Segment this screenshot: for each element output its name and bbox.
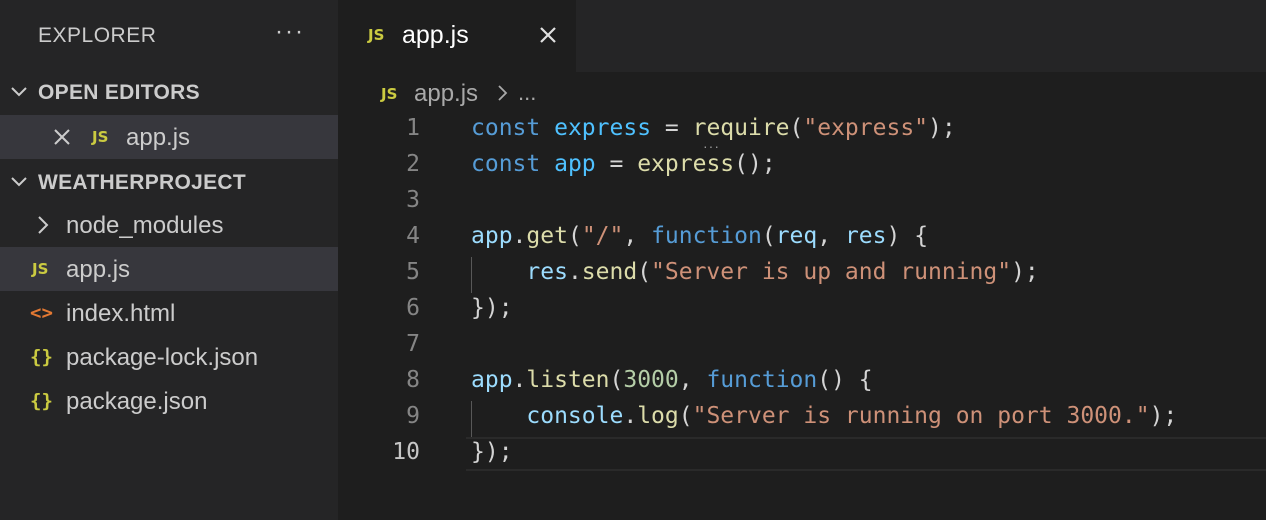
code-token: );	[1011, 259, 1039, 285]
code-token: );	[1149, 403, 1178, 429]
code-token: const	[471, 115, 541, 141]
code-token: ,	[817, 223, 845, 249]
code-token: require	[692, 115, 790, 141]
code-token: (	[567, 223, 582, 249]
code-line: const app = express();	[471, 151, 776, 177]
code-token: const	[471, 151, 541, 177]
chevron-right-icon	[498, 85, 508, 101]
chevron-down-icon	[11, 87, 27, 97]
line-number: 10	[392, 439, 420, 465]
code-token: get	[526, 223, 568, 249]
code-token: ,	[623, 223, 652, 249]
js-file-icon: JS	[381, 85, 398, 103]
code-token: () {	[817, 367, 873, 393]
code-token: });	[471, 295, 513, 321]
code-token: log	[637, 403, 679, 429]
code-token: (	[789, 115, 804, 141]
code-token: express	[554, 115, 652, 141]
code-token: });	[471, 439, 513, 465]
code-token: console	[526, 403, 624, 429]
code-token: ();	[734, 151, 776, 177]
line-number: 3	[406, 187, 420, 213]
line-number: 2	[406, 151, 420, 177]
current-line-highlight	[466, 437, 1266, 471]
code-token: (	[678, 403, 693, 429]
breadcrumb: JS app.js ...	[338, 72, 1266, 114]
line-number: 6	[406, 295, 420, 321]
code-token: "Server is up and running"	[651, 259, 1012, 285]
code-token: function	[706, 367, 818, 393]
line-number: 9	[406, 403, 420, 429]
tab-label: app.js	[402, 21, 469, 49]
line-number: 7	[406, 331, 420, 357]
code-line: res.send("Server is up and running");	[471, 259, 1039, 285]
code-token: =	[595, 151, 638, 177]
code-token: app	[471, 223, 513, 249]
code-token: 3000	[623, 367, 679, 393]
breadcrumb-file[interactable]: app.js	[414, 80, 478, 108]
explorer-title: EXPLORER	[38, 24, 157, 47]
code-token: ,	[678, 367, 707, 393]
tab-app-js[interactable]: JS app.js	[338, 0, 576, 72]
code-token: app	[471, 367, 513, 393]
line-number: 1	[406, 115, 420, 141]
code-token: .	[567, 259, 582, 285]
open-editors-title: OPEN EDITORS	[38, 81, 200, 104]
line-number: 4	[406, 223, 420, 249]
code-token: =	[651, 115, 693, 141]
code-line: app.listen(3000, function() {	[471, 367, 873, 393]
code-line: });	[471, 295, 513, 321]
code-token: ) {	[886, 223, 929, 249]
more-actions-icon[interactable]: ···	[275, 18, 305, 46]
code-token: .	[623, 403, 638, 429]
code-token: res	[526, 259, 568, 285]
code-token: function	[651, 223, 762, 249]
open-editors-section-header[interactable]: OPEN EDITORS	[0, 70, 338, 114]
code-token: "Server is running on port 3000."	[692, 403, 1150, 429]
breadcrumb-more[interactable]: ...	[518, 80, 536, 106]
code-token: "express"	[803, 115, 929, 141]
editor-tab-bar: JS app.js	[338, 0, 1266, 72]
code-token: express	[637, 151, 735, 177]
explorer-header: EXPLORER ···	[0, 0, 338, 72]
code-token: req	[775, 223, 818, 249]
code-token: );	[928, 115, 956, 141]
code-token: res	[844, 223, 887, 249]
line-number: 5	[406, 259, 420, 285]
code-token: app	[554, 151, 596, 177]
js-file-icon: JS	[368, 26, 385, 44]
code-token: (	[761, 223, 776, 249]
code-token: (	[609, 367, 624, 393]
code-token: .	[512, 367, 527, 393]
code-line: const express = require("express");	[471, 115, 956, 141]
code-line: });	[471, 439, 513, 465]
code-token: (	[637, 259, 652, 285]
code-token: "/"	[581, 223, 624, 249]
code-token: .	[512, 223, 527, 249]
close-icon[interactable]	[538, 25, 558, 45]
code-line: app.get("/", function(req, res) {	[471, 223, 928, 249]
code-token: listen	[526, 367, 610, 393]
code-token: send	[581, 259, 638, 285]
code-line: console.log("Server is running on port 3…	[471, 403, 1177, 429]
line-number: 8	[406, 367, 420, 393]
